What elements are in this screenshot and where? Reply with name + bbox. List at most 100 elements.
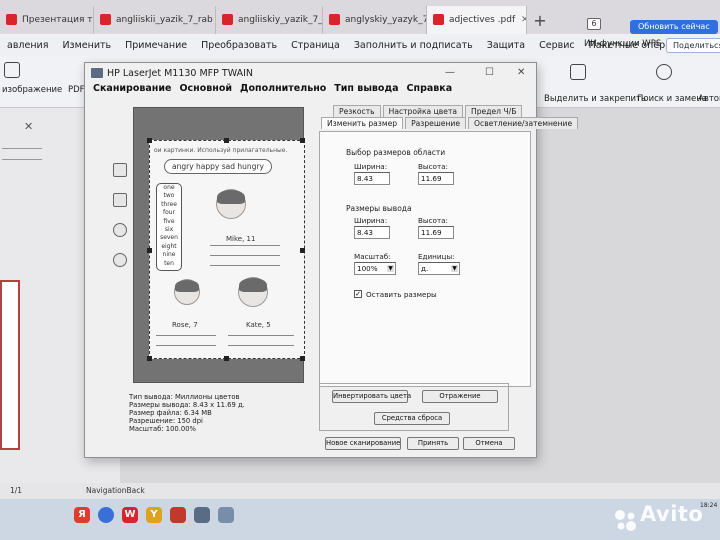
tab-resolution[interactable]: Разрешение <box>405 117 467 129</box>
image-icon[interactable] <box>4 62 20 78</box>
new-tab-button[interactable]: + <box>527 6 553 34</box>
auto-button[interactable]: Автом <box>698 94 720 104</box>
scanner-app-icon[interactable] <box>218 507 234 523</box>
browser-tab-active[interactable]: adjectives .pdf ✕ <box>427 6 527 34</box>
menu-advanced[interactable]: Дополнительно <box>240 83 326 94</box>
highlight-pin-button[interactable]: Выделить и закрепить <box>544 94 646 104</box>
preview-tools <box>111 163 131 323</box>
search-icon[interactable] <box>656 64 672 80</box>
crop-handle[interactable] <box>300 138 305 143</box>
chevron-down-icon: ▼ <box>451 265 458 272</box>
zoom-in-icon[interactable] <box>113 223 127 237</box>
tab-color-settings[interactable]: Настройка цвета <box>382 105 464 117</box>
browser-tab[interactable]: Презентация тв.р <box>0 6 94 34</box>
area-width-field[interactable]: 8.43 <box>354 172 390 185</box>
tab-resize[interactable]: Изменить размер <box>321 117 404 129</box>
avito-logo-icon <box>615 510 636 531</box>
app-icon[interactable] <box>194 507 210 523</box>
pdf-icon <box>329 14 340 25</box>
to-image-button[interactable]: изображение <box>2 85 62 95</box>
chevron-down-icon: ▼ <box>387 265 394 272</box>
menu-scan[interactable]: Сканирование <box>93 83 171 94</box>
menu-item[interactable]: Страница <box>284 40 347 51</box>
close-icon[interactable]: ✕ <box>24 120 33 133</box>
units-label: Единицы: <box>418 252 455 261</box>
number-word: four <box>162 209 176 217</box>
menu-item[interactable]: авления <box>0 40 55 51</box>
tab-bw-threshold[interactable]: Предел Ч/Б <box>465 105 523 117</box>
keep-sizes-checkbox[interactable]: ✓ <box>354 290 362 298</box>
browser-tab[interactable]: angliiskiy_yazik_7_kn <box>216 6 323 34</box>
menu-item[interactable]: Защита <box>480 40 532 51</box>
area-height-field[interactable]: 11.69 <box>418 172 454 185</box>
accept-button[interactable]: Принять <box>407 437 459 450</box>
menu-item[interactable]: Заполнить и подписать <box>347 40 480 51</box>
menu-item[interactable]: Примечание <box>118 40 194 51</box>
scan-info: Тип вывода: Миллионы цветов Размеры выво… <box>129 393 245 433</box>
crop-handle[interactable] <box>224 356 229 361</box>
crop-handle[interactable] <box>147 356 152 361</box>
pin-icon[interactable] <box>570 64 586 80</box>
page-instruction: ои картинки. Используй прилагательные. <box>154 147 288 154</box>
close-icon[interactable]: ✕ <box>517 67 525 78</box>
crop-handle[interactable] <box>147 248 152 253</box>
wps-ai-button[interactable]: ИИ-функции WPS <box>584 39 661 49</box>
crop-handle[interactable] <box>224 138 229 143</box>
crop-handle[interactable] <box>300 356 305 361</box>
scan-preview[interactable]: ои картинки. Используй прилагательные. a… <box>133 107 305 383</box>
menu-item[interactable]: Сервис <box>532 40 582 51</box>
select-area-icon[interactable] <box>113 193 127 207</box>
yandex-icon[interactable]: Я <box>74 507 90 523</box>
search-replace-button[interactable]: Поиск и замена <box>637 94 707 104</box>
mirror-button[interactable]: Отражение <box>422 390 498 403</box>
tab-sharpness[interactable]: Резкость <box>333 105 381 117</box>
pdf-icon <box>100 14 111 25</box>
out-width-field[interactable]: 8.43 <box>354 226 390 239</box>
navigation-back[interactable]: NavigationBack <box>86 486 145 495</box>
rotate-icon[interactable] <box>113 163 127 177</box>
screen: Презентация тв.р angliiskii_yazik_7_rab … <box>0 0 720 540</box>
reset-button[interactable]: Средства сброса <box>374 412 450 425</box>
app-icon[interactable]: Y <box>146 507 162 523</box>
zoom-out-icon[interactable] <box>113 253 127 267</box>
out-height-field[interactable]: 11.69 <box>418 226 454 239</box>
new-scan-button[interactable]: Новое сканирование <box>325 437 401 450</box>
menu-basic[interactable]: Основной <box>179 83 232 94</box>
settings-tabs: Резкость Настройка цвета Предел Ч/Б Изме… <box>319 105 579 387</box>
browser-tab[interactable]: anglyskiy_yazyk_7_kl <box>323 6 427 34</box>
tab-brightness[interactable]: Осветление/затемнение <box>468 117 579 129</box>
update-now-button[interactable]: Обновить сейчас <box>630 20 718 34</box>
invert-colors-button[interactable]: Инвертировать цвета <box>332 390 411 403</box>
name-caption: Mike, 11 <box>226 235 256 243</box>
share-button[interactable]: Поделиться <box>666 38 720 53</box>
pdf-app-icon[interactable] <box>170 507 186 523</box>
units-select[interactable]: д. ▼ <box>418 262 460 275</box>
tab-label: anglyskiy_yazyk_7_kl <box>345 15 426 25</box>
menu-item[interactable]: Преобразовать <box>194 40 284 51</box>
crop-handle[interactable] <box>147 138 152 143</box>
page-thumbnail[interactable] <box>0 280 20 450</box>
cancel-button[interactable]: Отмена <box>463 437 515 450</box>
menu-help[interactable]: Справка <box>407 83 453 94</box>
scale-select[interactable]: 100% ▼ <box>354 262 396 275</box>
browser-icon[interactable] <box>98 507 114 523</box>
tab-count-badge[interactable]: 6 <box>587 18 601 30</box>
number-word: nine <box>162 251 176 259</box>
menu-output-type[interactable]: Тип вывода <box>334 83 398 94</box>
girl-drawing <box>238 277 268 307</box>
number-word: ten <box>164 259 174 267</box>
answer-line <box>228 345 294 346</box>
close-icon[interactable]: ✕ <box>521 15 526 25</box>
crop-handle[interactable] <box>300 248 305 253</box>
menu-item[interactable]: Изменить <box>55 40 118 51</box>
browser-tab[interactable]: angliiskii_yazik_7_rab <box>94 6 216 34</box>
wps-icon[interactable]: W <box>122 507 138 523</box>
tab-label: adjectives .pdf <box>449 15 516 25</box>
answer-line <box>228 335 294 336</box>
list-icon[interactable] <box>2 148 42 160</box>
maximize-icon[interactable]: ☐ <box>485 67 494 78</box>
page-indicator: 1/1 <box>10 486 23 495</box>
number-word: three <box>161 200 177 208</box>
dialog-menu: Сканирование Основной Дополнительно Тип … <box>93 83 452 94</box>
minimize-icon[interactable]: — <box>445 67 455 78</box>
